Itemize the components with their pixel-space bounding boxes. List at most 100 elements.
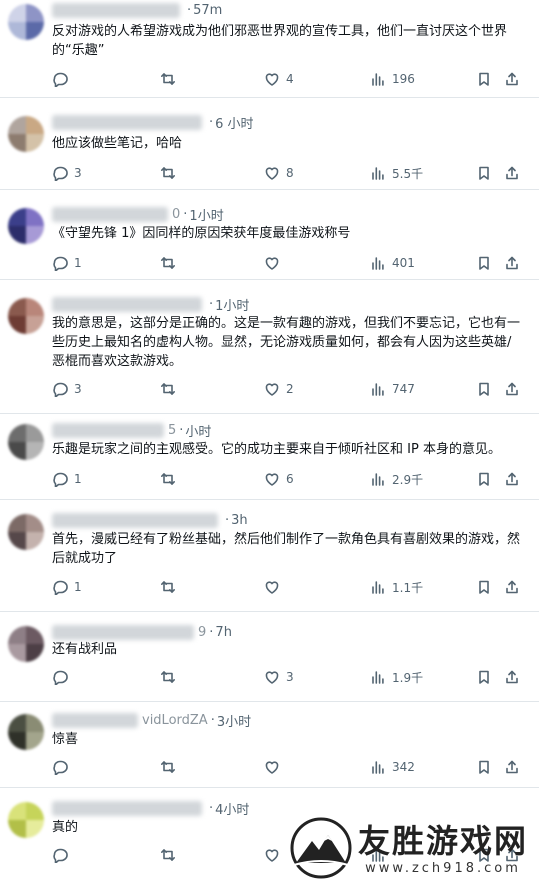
- views-button[interactable]: 401: [370, 254, 415, 272]
- avatar[interactable]: [8, 4, 44, 40]
- reply-button[interactable]: 1: [52, 254, 82, 272]
- bookmark-button[interactable]: [476, 254, 492, 272]
- reply-post[interactable]: 0 · 1小时 《守望先锋 1》因同样的原因荣获年度最佳游戏称号 1 401: [0, 190, 539, 280]
- blurred-username[interactable]: [52, 2, 180, 18]
- avatar[interactable]: [8, 298, 44, 334]
- reply-post[interactable]: · 6 小时 他应该做些笔记，哈哈 3 8 5.5千: [0, 98, 539, 190]
- bookmark-button[interactable]: [476, 470, 492, 488]
- views-button[interactable]: 196: [370, 70, 415, 88]
- reply-button[interactable]: [52, 758, 74, 776]
- reply-button[interactable]: 1: [52, 578, 82, 596]
- retweet-button[interactable]: [160, 470, 182, 488]
- separator-dot: ·: [225, 512, 230, 528]
- retweet-button[interactable]: [160, 668, 182, 686]
- reply-button[interactable]: 3: [52, 164, 82, 182]
- post-text: 他应该做些笔记，哈哈: [52, 136, 183, 151]
- post-time[interactable]: 小时: [185, 421, 211, 440]
- like-button[interactable]: [264, 578, 286, 596]
- heart-icon: [265, 849, 279, 862]
- avatar[interactable]: [8, 514, 44, 550]
- blurred-username[interactable]: [52, 296, 202, 312]
- reply-post[interactable]: vidLordZA · 3小时 惊喜 342: [0, 702, 539, 788]
- avatar[interactable]: [8, 714, 44, 750]
- blurred-username[interactable]: [52, 800, 202, 816]
- reply-post[interactable]: 9 · 7h 还有战利品 3 1.9千: [0, 612, 539, 702]
- like-button[interactable]: 2: [264, 380, 294, 398]
- share-button[interactable]: [504, 470, 520, 488]
- retweet-button[interactable]: [160, 164, 182, 182]
- post-time[interactable]: 4小时: [215, 799, 249, 818]
- like-button[interactable]: 6: [264, 470, 294, 488]
- avatar[interactable]: [8, 802, 44, 838]
- share-button[interactable]: [504, 164, 520, 182]
- reply-button[interactable]: [52, 668, 74, 686]
- retweet-button[interactable]: [160, 846, 182, 864]
- like-button[interactable]: [264, 758, 286, 776]
- heart-icon: [265, 581, 279, 594]
- avatar[interactable]: [8, 116, 44, 152]
- bookmark-button[interactable]: [476, 380, 492, 398]
- share-button[interactable]: [504, 70, 520, 88]
- action-bar: 4 196: [52, 70, 522, 88]
- bookmark-button[interactable]: [476, 164, 492, 182]
- views-button[interactable]: 342: [370, 758, 415, 776]
- post-time[interactable]: 3h: [231, 513, 248, 528]
- share-button[interactable]: [504, 254, 520, 272]
- share-button[interactable]: [504, 668, 520, 686]
- bookmark-button[interactable]: [476, 578, 492, 596]
- bookmark-button[interactable]: [476, 758, 492, 776]
- bookmark-icon: [479, 166, 489, 180]
- reply-post[interactable]: 5 · 小时 乐趣是玩家之间的主观感受。它的成功主要来自于倾听社区和 IP 本身的意见…: [0, 414, 539, 500]
- reply-post[interactable]: · 57m 反对游戏的人希望游戏成为他们邪恶世界观的宣传工具，他们一直讨厌这个世界的…: [0, 0, 539, 98]
- share-button[interactable]: [504, 380, 520, 398]
- post-time[interactable]: 6 小时: [215, 113, 253, 132]
- retweet-button[interactable]: [160, 758, 182, 776]
- reply-button[interactable]: [52, 70, 74, 88]
- retweet-button[interactable]: [160, 70, 182, 88]
- reply-button[interactable]: 3: [52, 380, 82, 398]
- share-button[interactable]: [504, 578, 520, 596]
- avatar[interactable]: [8, 208, 44, 244]
- bookmark-button[interactable]: [476, 70, 492, 88]
- bookmark-button[interactable]: [476, 668, 492, 686]
- reply-post[interactable]: · 3h 首先，漫威已经有了粉丝基础，然后他们制作了一款角色具有喜剧效果的游戏，然后…: [0, 500, 539, 612]
- retweet-button[interactable]: [160, 380, 182, 398]
- post-time[interactable]: 1小时: [215, 295, 249, 314]
- post-time[interactable]: 3小时: [217, 711, 251, 730]
- like-button[interactable]: 4: [264, 70, 294, 88]
- avatar[interactable]: [8, 424, 44, 460]
- like-button[interactable]: [264, 846, 286, 864]
- views-button[interactable]: 747: [370, 380, 415, 398]
- like-button[interactable]: [264, 254, 286, 272]
- blurred-username[interactable]: [52, 422, 164, 438]
- blurred-username[interactable]: [52, 624, 194, 640]
- reply-post[interactable]: · 1小时 我的意思是，这部分是正确的。这是一款有趣的游戏，但我们不要忘记，它也有一…: [0, 280, 539, 414]
- post-header: · 1小时: [52, 294, 249, 314]
- blurred-username[interactable]: [52, 512, 218, 528]
- blurred-username[interactable]: [52, 712, 138, 728]
- retweet-button[interactable]: [160, 254, 182, 272]
- bookmark-icon: [479, 580, 489, 594]
- bar-chart-icon: [372, 383, 384, 396]
- post-time[interactable]: 57m: [193, 3, 222, 18]
- reply-count: 1: [74, 580, 82, 594]
- like-button[interactable]: 3: [264, 668, 294, 686]
- retweet-icon: [161, 581, 175, 593]
- post-time[interactable]: 1小时: [189, 205, 223, 224]
- reply-button[interactable]: 1: [52, 470, 82, 488]
- reply-button[interactable]: [52, 846, 74, 864]
- views-button[interactable]: 1.9千: [370, 668, 423, 686]
- post-time[interactable]: 7h: [215, 625, 232, 640]
- share-icon: [506, 580, 518, 594]
- like-button[interactable]: 8: [264, 164, 294, 182]
- username-fragment: 0: [172, 206, 181, 222]
- retweet-button[interactable]: [160, 578, 182, 596]
- views-button[interactable]: 2.9千: [370, 470, 423, 488]
- share-button[interactable]: [504, 758, 520, 776]
- retweet-icon: [161, 849, 175, 861]
- blurred-username[interactable]: [52, 206, 168, 222]
- views-button[interactable]: 5.5千: [370, 164, 423, 182]
- views-button[interactable]: 1.1千: [370, 578, 423, 596]
- blurred-username[interactable]: [52, 114, 202, 130]
- avatar[interactable]: [8, 626, 44, 662]
